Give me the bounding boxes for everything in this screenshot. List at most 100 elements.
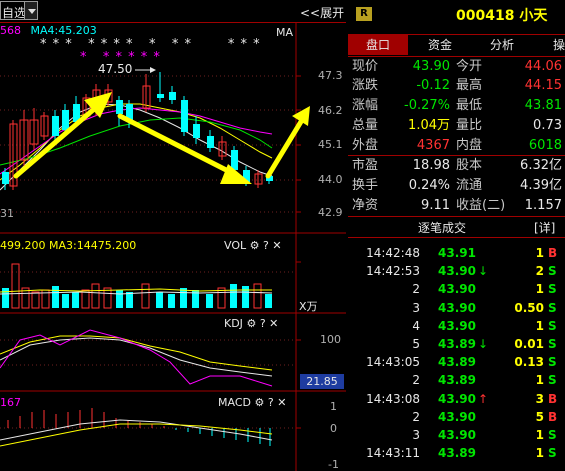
high-marker-label: 47.50 <box>98 62 133 76</box>
tick-row: 14:42:53 43.90 ↓ 2 S <box>348 262 565 280</box>
tick-row: 5 43.89 ↓ 0.01 S <box>348 335 565 353</box>
ticks-detail-link[interactable]: [详] <box>534 219 555 236</box>
tick-time: 3 <box>412 300 420 315</box>
tick-row: 14:43:05 43.89 0.13 S <box>348 353 565 371</box>
tick-row: 4 43.90 1 S <box>348 317 565 335</box>
quote-label: 最高 <box>456 78 483 93</box>
tick-time: 14:43:05 <box>366 355 420 370</box>
tab-zijin[interactable]: 资金 <box>410 35 470 55</box>
tick-price: 43.90 <box>438 409 476 424</box>
macd-panel-controls: MACD ⚙ ? ✕ <box>218 396 286 409</box>
close-icon[interactable]: ✕ <box>272 239 281 252</box>
quote-label: 股本 <box>456 158 483 173</box>
gear-icon[interactable]: ⚙ <box>246 317 256 330</box>
tick-time: 5 <box>412 337 420 351</box>
tick-price: 43.90 <box>438 264 476 279</box>
quote-label: 现价 <box>352 59 379 74</box>
tick-time: 2 <box>412 282 420 297</box>
close-icon[interactable]: ✕ <box>269 317 278 330</box>
tick-volume: 3 <box>535 391 544 406</box>
tick-volume: 2 <box>535 264 544 279</box>
tab-fenxi[interactable]: 分析 <box>472 35 532 55</box>
quote-row: 外盘 4367 内盘 6018 <box>348 136 565 156</box>
macd-label: 167 <box>0 396 21 409</box>
price-level: 42.9 <box>318 206 343 219</box>
kdj-indicator-name[interactable]: KDJ <box>224 317 243 330</box>
vol-panel-controls: VOL ⚙ ? ✕ <box>224 239 282 252</box>
quote-value: 6.32亿 <box>520 158 562 173</box>
tick-time: 4 <box>412 318 420 333</box>
tick-price: 43.91 <box>438 246 476 260</box>
tick-price: 43.90 <box>438 300 476 315</box>
tick-volume: 1 <box>535 282 544 297</box>
tick-price: 43.90 <box>438 428 476 442</box>
quote-value: 0.73 <box>533 118 562 133</box>
tick-time: 14:43:11 <box>366 446 420 461</box>
tab-pankou[interactable]: 盘口 <box>348 35 408 55</box>
quote-panel: R 000418 小天 盘口 资金 分析 操 现价 43.90 今开 44.06 涨跌 -… <box>348 0 565 471</box>
quote-row: 换手 0.24% 流通 4.39亿 <box>348 176 565 196</box>
kdj-level: 100 <box>320 333 341 346</box>
quote-label: 内盘 <box>456 138 483 153</box>
tick-volume: 1 <box>535 318 544 333</box>
tick-side: S <box>548 373 557 388</box>
quote-value: 43.90 <box>412 59 450 74</box>
tick-volume: 1 <box>535 446 544 461</box>
close-icon[interactable]: ✕ <box>277 396 286 409</box>
price-level: 44.0 <box>318 173 343 186</box>
tick-volume: 5 <box>535 409 544 424</box>
tick-row: 14:43:08 43.90 ↑ 3 B <box>348 390 565 408</box>
quote-value: 43.81 <box>524 98 562 113</box>
quote-label: 净资 <box>352 198 379 213</box>
quote-value: 1.04万 <box>408 118 450 133</box>
help-icon[interactable]: ? <box>263 239 269 252</box>
gear-icon[interactable]: ⚙ <box>254 396 264 409</box>
tick-row: 3 43.90 0.50 S <box>348 299 565 317</box>
price-level: 45.1 <box>318 138 343 151</box>
quote-value: -0.27% <box>404 98 450 113</box>
vol-header: 499.200 MA3:14475.200 <box>0 239 136 252</box>
quote-label: 外盘 <box>352 138 379 153</box>
vol-indicator-name[interactable]: VOL <box>224 239 246 252</box>
quote-label: 量比 <box>456 118 483 133</box>
help-icon[interactable]: ? <box>268 396 274 409</box>
macd-level: 1 <box>330 400 337 413</box>
quote-value: 44.15 <box>524 78 562 93</box>
quote-label: 涨幅 <box>352 98 379 113</box>
tick-time: 14:42:48 <box>366 246 420 260</box>
macd-bars <box>0 408 273 447</box>
tick-arrow: ↓ <box>478 337 489 351</box>
tick-time: 2 <box>412 373 420 388</box>
quote-label: 今开 <box>456 59 483 74</box>
quote-row: 涨幅 -0.27% 最低 43.81 <box>348 96 565 116</box>
price-level: 46.2 <box>318 104 343 117</box>
gear-icon[interactable]: ⚙ <box>250 239 260 252</box>
tick-price: 43.89 <box>438 373 476 388</box>
tick-row: 2 43.89 1 S <box>348 371 565 389</box>
tick-side: S <box>548 282 557 297</box>
stock-terminal: { "toolbar": {"combo_label": "自选", "expa… <box>0 0 565 471</box>
tick-price: 43.89 <box>438 337 476 351</box>
tick-row: 14:43:11 43.89 1 S <box>348 444 565 462</box>
quote-value: -0.12 <box>416 78 450 93</box>
ticks-title: 逐笔成交 <box>418 221 467 235</box>
macd-indicator-name[interactable]: MACD <box>218 396 251 409</box>
tick-price: 43.89 <box>438 446 476 461</box>
ma-prefix: 568 <box>0 24 21 37</box>
quote-label: 流通 <box>456 178 483 193</box>
quote-value: 18.98 <box>412 158 450 173</box>
tick-volume: 1 <box>535 428 544 442</box>
help-icon[interactable]: ? <box>260 317 266 330</box>
quote-value: 0.24% <box>408 178 450 193</box>
tick-arrow: ↑ <box>478 391 489 406</box>
quote-value: 4.39亿 <box>520 178 562 193</box>
quote-value: 44.06 <box>524 59 562 74</box>
macd-level: 0 <box>330 422 337 435</box>
quote-row: 涨跌 -0.12 最高 44.15 <box>348 76 565 96</box>
ma-menu-button[interactable]: MA <box>276 26 293 39</box>
tick-time: 2 <box>412 409 420 424</box>
tab-caozuo[interactable]: 操 <box>544 35 565 55</box>
tick-price: 43.90 <box>438 318 476 333</box>
tick-row: 3 43.90 1 S <box>348 426 565 444</box>
quote-value: 6018 <box>528 138 562 153</box>
